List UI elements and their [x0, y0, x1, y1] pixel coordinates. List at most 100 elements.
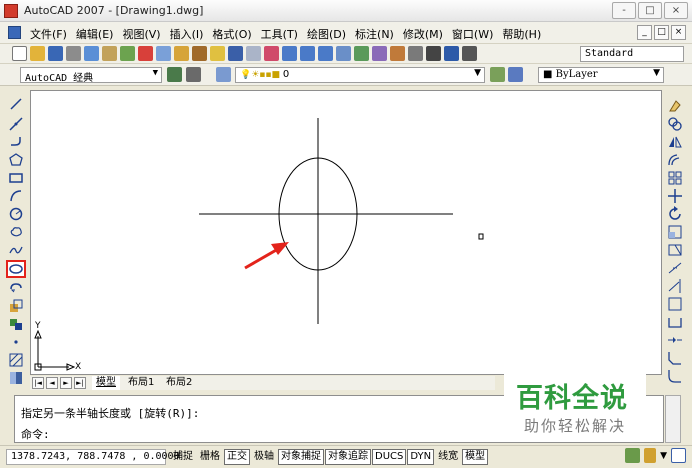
rectangle-icon[interactable]	[8, 170, 24, 186]
lineweight-toggle[interactable]: 线宽	[435, 449, 461, 465]
stretch-icon[interactable]	[667, 242, 683, 258]
workspace-settings-icon[interactable]	[167, 67, 182, 82]
undo-icon[interactable]	[228, 46, 243, 61]
polyline-icon[interactable]	[8, 134, 24, 150]
chamfer-icon[interactable]	[667, 350, 683, 366]
minimize-button[interactable]: -	[612, 2, 636, 19]
tab-model[interactable]: 模型	[92, 376, 120, 390]
doc-restore-button[interactable]: □	[654, 25, 669, 40]
doc-close-button[interactable]: ×	[671, 25, 686, 40]
menu-help[interactable]: 帮助(H)	[502, 26, 541, 42]
command-scrollbar[interactable]	[665, 395, 681, 443]
extend-icon[interactable]	[667, 278, 683, 294]
plot-preview-icon[interactable]	[84, 46, 99, 61]
rotate-icon[interactable]	[667, 206, 683, 222]
arc-icon[interactable]	[8, 188, 24, 204]
communication-center-icon[interactable]	[625, 448, 641, 463]
paste-icon[interactable]	[174, 46, 189, 61]
gradient-icon[interactable]	[8, 370, 24, 386]
osnap-toggle[interactable]: 对象捕捉	[278, 449, 324, 465]
layer-manager-icon[interactable]	[186, 67, 201, 82]
spline-icon[interactable]	[8, 242, 24, 258]
menu-insert[interactable]: 插入(I)	[170, 26, 204, 42]
save-icon[interactable]	[48, 46, 63, 61]
ellipse-arc-icon[interactable]	[8, 280, 24, 296]
clean-screen-icon[interactable]	[671, 448, 686, 463]
menu-tools[interactable]: 工具(T)	[261, 26, 298, 42]
publish-icon[interactable]	[102, 46, 117, 61]
move-icon[interactable]	[667, 188, 683, 204]
scale-icon[interactable]	[667, 224, 683, 240]
menu-draw[interactable]: 绘图(D)	[307, 26, 346, 42]
next-tab-button[interactable]: ►	[60, 377, 72, 389]
make-object-layer-current-icon[interactable]	[490, 67, 505, 82]
menu-file[interactable]: 文件(F)	[30, 26, 67, 42]
polar-toggle[interactable]: 极轴	[251, 449, 277, 465]
zoom-realtime-icon[interactable]	[282, 46, 297, 61]
revision-cloud-icon[interactable]	[8, 224, 24, 240]
join-icon[interactable]	[667, 332, 683, 348]
previous-tab-button[interactable]: ◄	[46, 377, 58, 389]
print-icon[interactable]	[66, 46, 81, 61]
design-center-icon[interactable]	[354, 46, 369, 61]
break-at-point-icon[interactable]	[667, 296, 683, 312]
menu-edit[interactable]: 编辑(E)	[76, 26, 114, 42]
tab-layout2[interactable]: 布局2	[162, 376, 196, 390]
first-tab-button[interactable]: |◄	[32, 377, 44, 389]
array-icon[interactable]	[667, 170, 683, 186]
insert-block-icon[interactable]	[8, 298, 24, 314]
calculator-icon[interactable]	[426, 46, 441, 61]
ducs-toggle[interactable]: DUCS	[372, 449, 407, 465]
grid-toggle[interactable]: 栅格	[197, 449, 223, 465]
menu-window[interactable]: 窗口(W)	[452, 26, 493, 42]
offset-icon[interactable]	[667, 152, 683, 168]
make-block-icon[interactable]	[8, 316, 24, 332]
construction-line-icon[interactable]	[8, 116, 24, 132]
erase-icon[interactable]	[667, 98, 683, 114]
point-icon[interactable]	[8, 334, 24, 350]
copy-icon[interactable]	[156, 46, 171, 61]
line-icon[interactable]	[8, 96, 24, 112]
tab-layout1[interactable]: 布局1	[124, 376, 158, 390]
model-toggle[interactable]: 模型	[462, 449, 489, 465]
layer-combo[interactable]: 💡☀▪▪■ 0 ▼	[235, 67, 485, 83]
ellipse-icon[interactable]	[6, 260, 26, 278]
text-style-icon[interactable]	[462, 46, 477, 61]
polygon-icon[interactable]	[8, 152, 24, 168]
open-folder-icon[interactable]	[30, 46, 45, 61]
properties-icon[interactable]	[336, 46, 351, 61]
layer-states-icon[interactable]	[216, 67, 231, 82]
tool-palettes-icon[interactable]	[372, 46, 387, 61]
layer-previous-icon[interactable]	[508, 67, 523, 82]
3d-dwf-icon[interactable]	[120, 46, 135, 61]
drawing-canvas[interactable]: Y X	[30, 90, 662, 375]
toolbar-lock-icon[interactable]	[644, 448, 657, 463]
menu-dimension[interactable]: 标注(N)	[355, 26, 394, 42]
zoom-previous-icon[interactable]	[318, 46, 333, 61]
doc-minimize-button[interactable]: _	[637, 25, 652, 40]
match-properties-icon[interactable]	[192, 46, 207, 61]
snap-toggle[interactable]: 捕捉	[170, 449, 196, 465]
dyn-toggle[interactable]: DYN	[407, 449, 435, 465]
document-icon[interactable]	[8, 26, 21, 39]
workspace-combo[interactable]: AutoCAD 经典 ▼	[20, 67, 162, 83]
last-tab-button[interactable]: ►|	[74, 377, 86, 389]
new-file-icon[interactable]	[12, 46, 27, 61]
command-input-line[interactable]: 命令:	[21, 426, 50, 442]
color-combo[interactable]: ■ ByLayer ▼	[538, 67, 664, 83]
mirror-icon[interactable]	[667, 134, 683, 150]
hatch-icon[interactable]	[8, 352, 24, 368]
zoom-window-icon[interactable]	[300, 46, 315, 61]
menu-view[interactable]: 视图(V)	[122, 26, 160, 42]
cut-icon[interactable]	[138, 46, 153, 61]
otrack-toggle[interactable]: 对象追踪	[325, 449, 371, 465]
circle-icon[interactable]	[8, 206, 24, 222]
ortho-toggle[interactable]: 正交	[224, 449, 250, 465]
copy-object-icon[interactable]	[667, 116, 683, 132]
redo-icon[interactable]	[246, 46, 261, 61]
menu-modify[interactable]: 修改(M)	[403, 26, 443, 42]
block-editor-icon[interactable]	[210, 46, 225, 61]
help-icon[interactable]	[444, 46, 459, 61]
trim-icon[interactable]	[667, 260, 683, 276]
sheet-set-icon[interactable]	[390, 46, 405, 61]
